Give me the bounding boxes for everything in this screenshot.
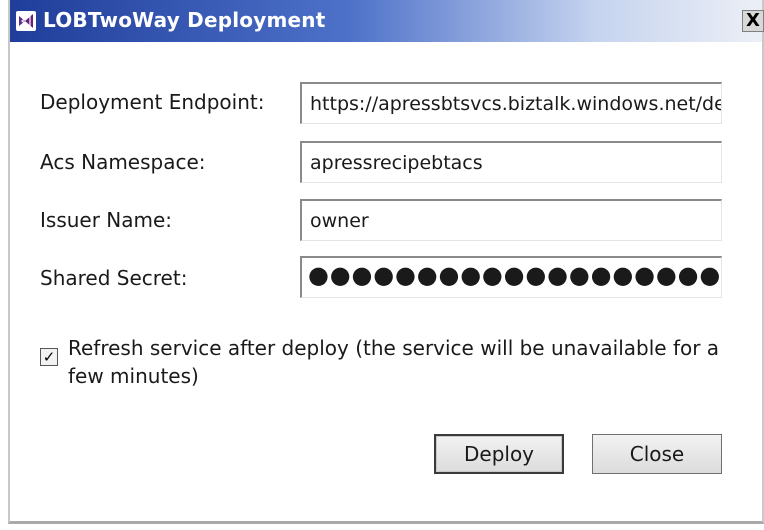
check-mark-icon: ✓ (42, 347, 56, 366)
shared-secret-label: Shared Secret: (40, 266, 188, 290)
deployment-dialog: LOBTwoWay Deployment X Deployment Endpoi… (8, 0, 764, 524)
close-icon[interactable]: X (742, 10, 764, 32)
close-glyph: X (746, 10, 760, 31)
issuer-name-value: owner (310, 210, 369, 232)
deployment-endpoint-field[interactable]: https://apressbtsvcs.biztalk.windows.net… (300, 82, 722, 124)
acs-namespace-value: apressrecipebtacs (310, 152, 483, 174)
shared-secret-field[interactable]: ●●●●●●●●●●●●●●●●●●●●●●●●●●●●●●●●●● (300, 256, 722, 298)
visual-studio-icon (16, 11, 36, 31)
close-button[interactable]: Close (592, 434, 722, 474)
deploy-button[interactable]: Deploy (434, 434, 564, 474)
acs-namespace-label: Acs Namespace: (40, 150, 206, 174)
window-title: LOBTwoWay Deployment (43, 8, 326, 32)
shared-secret-value: ●●●●●●●●●●●●●●●●●●●●●●●●●●●●●●●●●● (308, 261, 722, 289)
deployment-endpoint-value: https://apressbtsvcs.biztalk.windows.net… (310, 93, 722, 115)
acs-namespace-field[interactable]: apressrecipebtacs (300, 141, 722, 183)
refresh-service-label[interactable]: Refresh service after deploy (the servic… (68, 334, 728, 390)
issuer-name-label: Issuer Name: (40, 208, 173, 232)
issuer-name-field[interactable]: owner (300, 199, 722, 241)
deployment-endpoint-label: Deployment Endpoint: (40, 90, 265, 114)
refresh-service-checkbox[interactable]: ✓ (40, 348, 58, 366)
title-bar[interactable]: LOBTwoWay Deployment (10, 0, 762, 42)
